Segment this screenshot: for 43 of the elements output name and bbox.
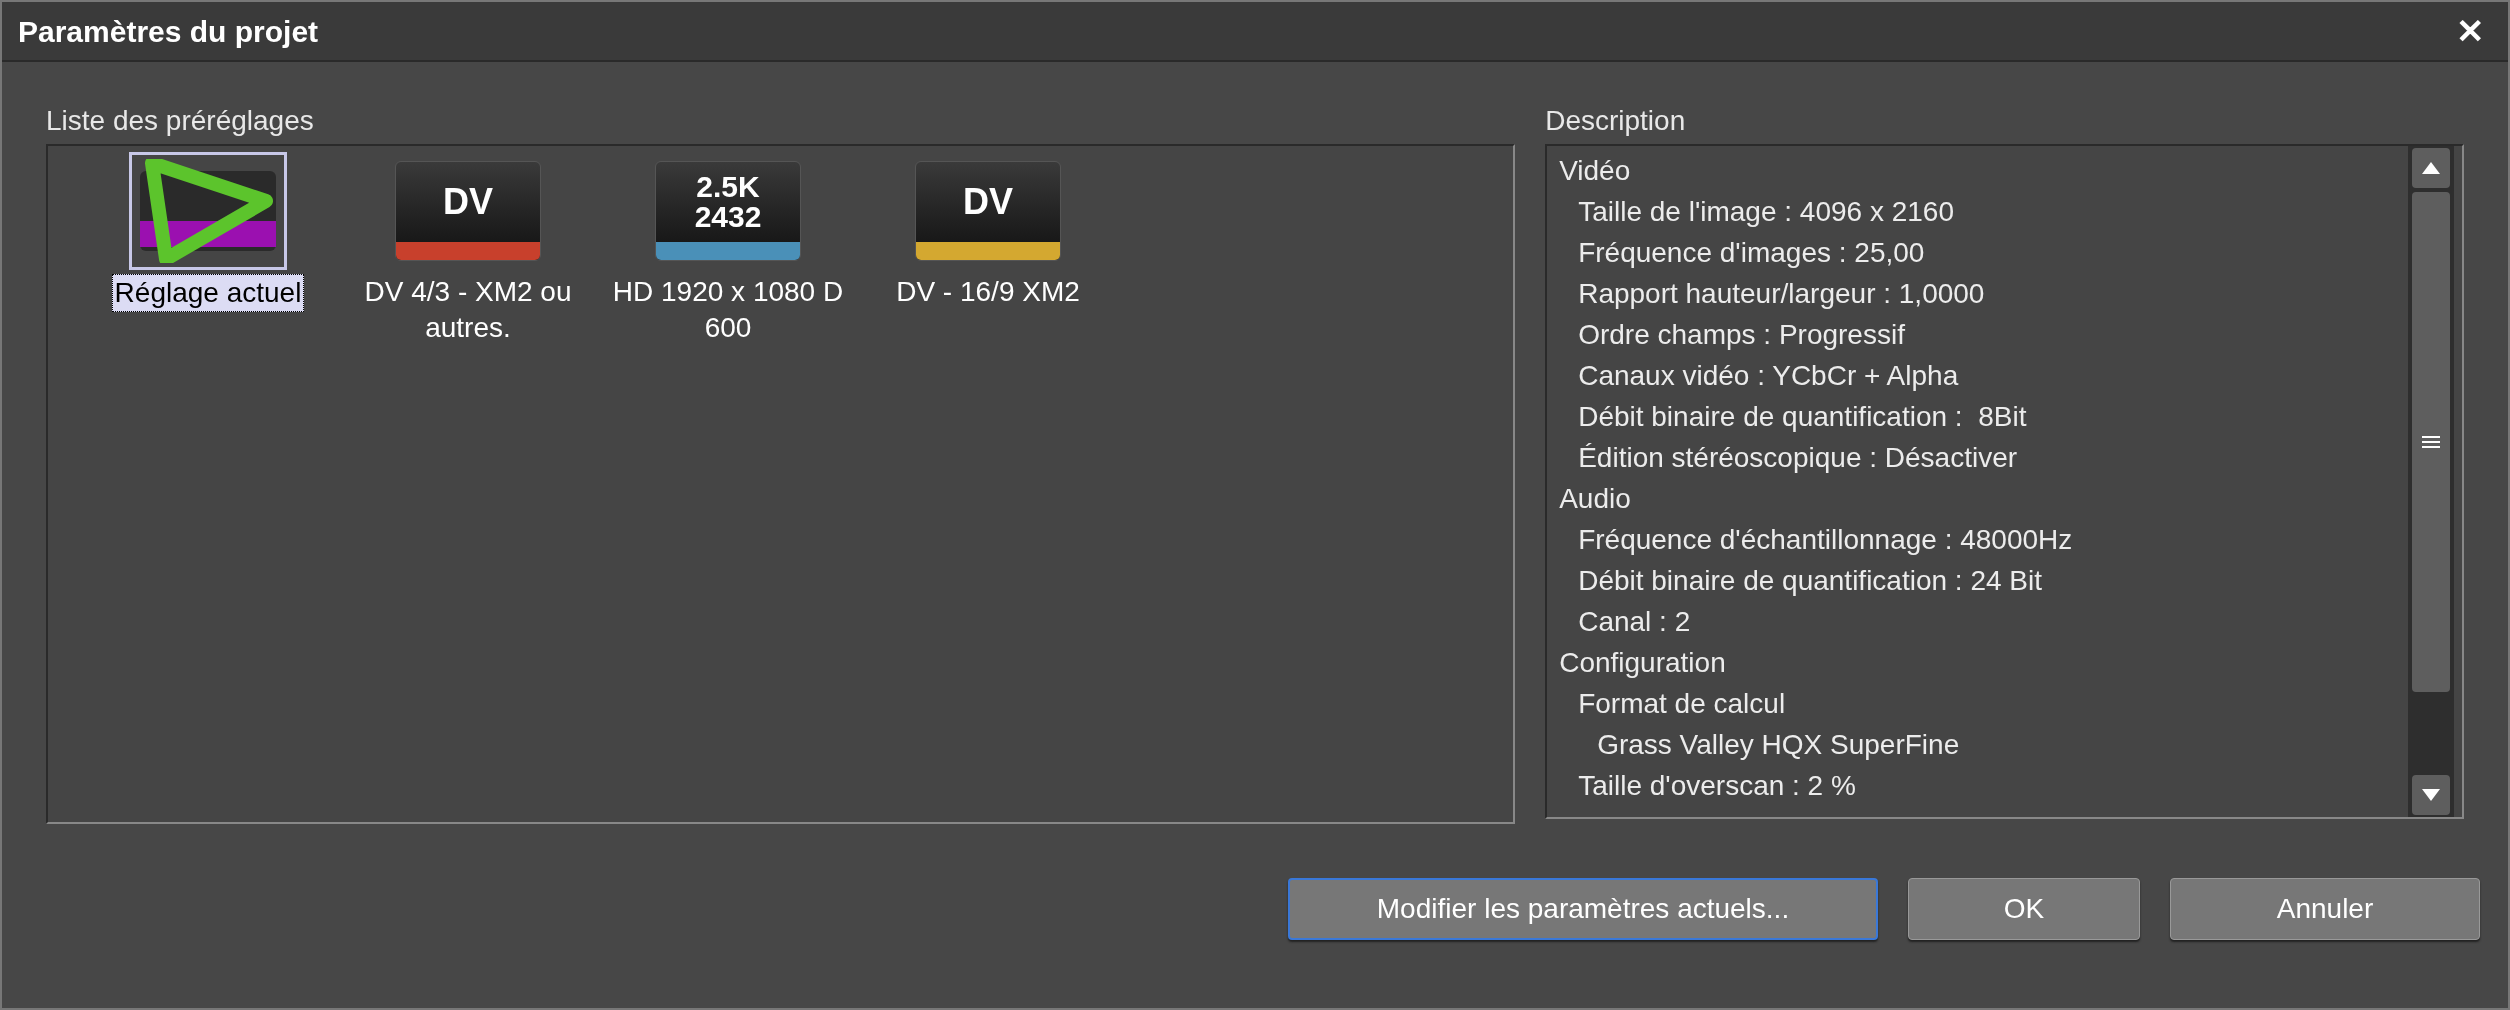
description-line: Ordre champs : Progressif [1578,318,1905,352]
grip-icon [2422,436,2440,448]
description-line: Taille d'overscan : 2 % [1578,769,1856,803]
description-line: Fréquence d'images : 25,00 [1578,236,1925,270]
preset-item[interactable]: 2.5K 2432 HD 1920 x 1080 D 600 [608,152,848,346]
icon-text: 2.5K [696,172,760,202]
description-line: Débit binaire de quantification : 24 Bit [1578,564,2042,598]
scroll-up-button[interactable] [2412,148,2450,188]
description-line: Format de calcul [1578,687,1786,721]
description-line: Grass Valley HQX SuperFine [1597,728,1960,762]
icon-text: 2432 [694,202,762,232]
description-line: Débit binaire de quantification : 8Bit [1578,400,2027,434]
description-line: Taille de l'image : 4096 x 2160 [1578,195,1954,229]
dialog-button[interactable]: Annuler [2170,878,2480,940]
play-icon [138,159,278,263]
icon-text: DV [963,182,1013,222]
preset-label[interactable]: DV - 16/9 XM2 [894,274,1082,310]
dialog-button[interactable]: Modifier les paramètres actuels... [1288,878,1878,940]
scroll-down-button[interactable] [2412,775,2450,815]
section-heading: Audio [1559,482,1631,516]
panel-label: Liste des préréglages [46,104,315,138]
close-button[interactable]: ✕ [2448,14,2492,48]
description-line: Rapport hauteur/largeur : 1,0000 [1578,277,1985,311]
dialog-button[interactable]: OK [1908,878,2140,940]
preset-label[interactable]: DV 4/3 - XM2 ou autres. [348,274,588,346]
preset-item[interactable]: DV DV 4/3 - XM2 ou autres. [348,152,588,346]
preset-label[interactable]: Réglage actuel [111,274,305,312]
description-line: Fréquence d'échantillonnage : 48000Hz [1578,523,2073,557]
scrollbar[interactable] [2408,146,2454,817]
description-line: Édition stéréoscopique : Désactiver [1578,441,2018,475]
down-arrow-icon [2422,789,2440,801]
preset-label[interactable]: HD 1920 x 1080 D 600 [608,274,848,346]
scroll-thumb[interactable] [2412,192,2450,692]
panel-label: Description [1545,104,1687,138]
section-heading: Configuration [1559,646,1726,680]
section-heading: Vidéo [1559,154,1631,188]
icon-text: DV [443,182,493,222]
preset-item[interactable]: Réglage actuel [88,152,328,312]
up-arrow-icon [2422,162,2440,174]
preset-item[interactable]: DV DV - 16/9 XM2 [868,152,1108,310]
window-title: Paramètres du projet [18,13,319,50]
description-line: Canaux vidéo : YCbCr + Alpha [1578,359,1959,393]
description-line: Canal : 2 [1578,605,1691,639]
